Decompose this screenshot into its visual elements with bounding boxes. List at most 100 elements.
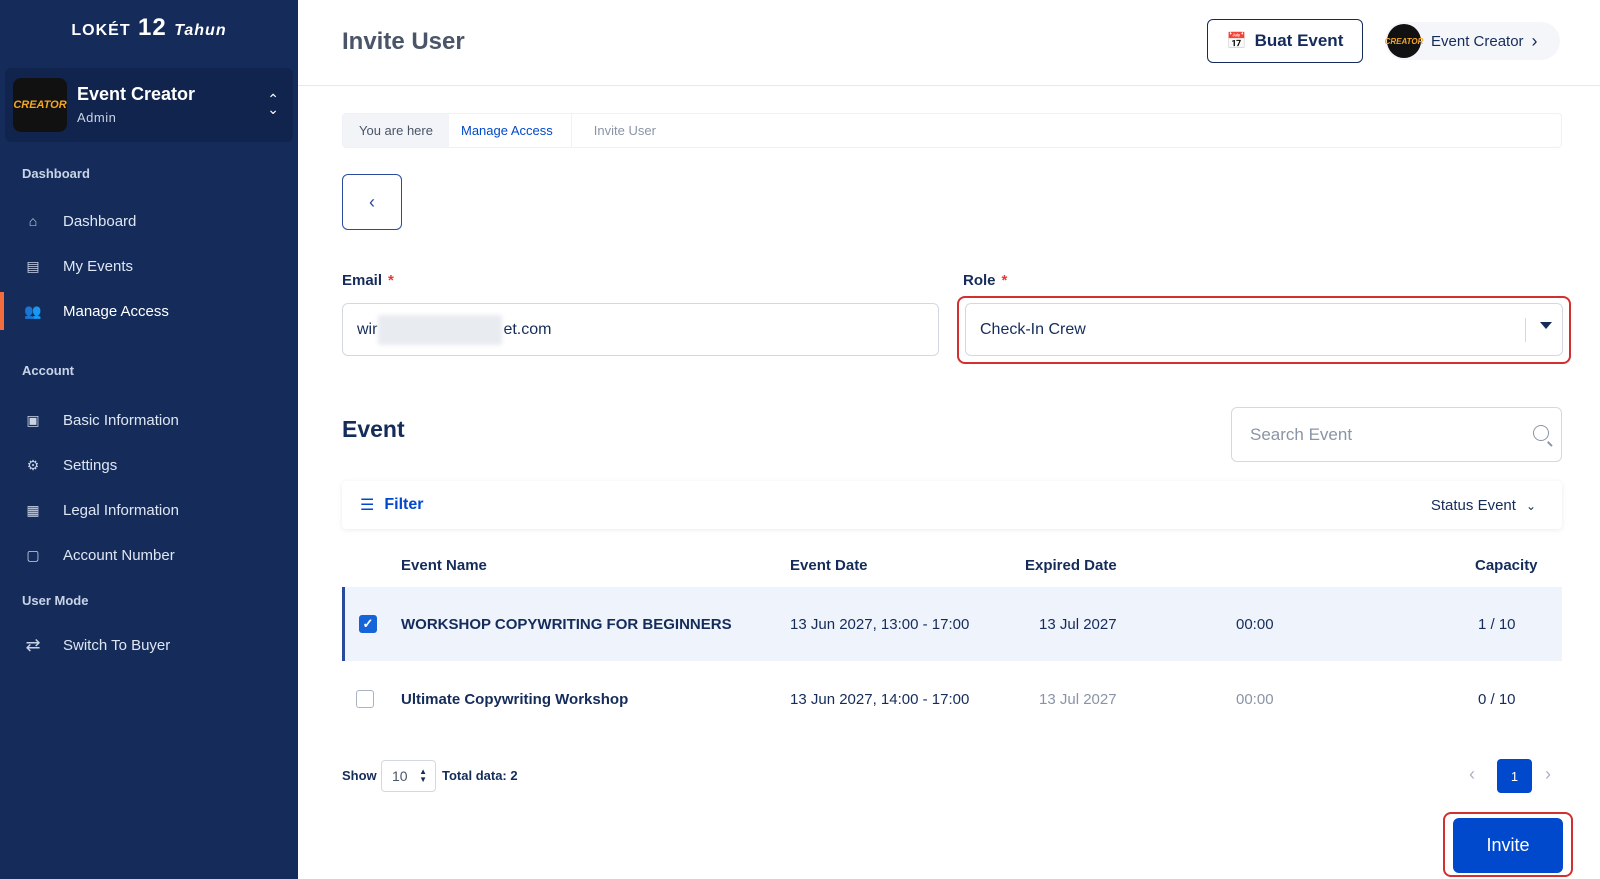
profile-role: Admin <box>77 110 117 125</box>
sidebar-item-label: Manage Access <box>63 302 169 320</box>
chevron-right-icon[interactable]: › <box>1545 764 1551 785</box>
total-data: Total data: 2 <box>442 768 518 783</box>
sidebar-item-label: Legal Information <box>63 501 179 519</box>
account-icon: ▢ <box>26 546 40 563</box>
sidebar-item-manage-access[interactable]: 👥 Manage Access <box>0 290 298 332</box>
event-date: 13 Jun 2027, 14:00 - 17:00 <box>790 690 970 708</box>
column-header-event-date: Event Date <box>790 557 868 574</box>
sidebar-item-dashboard[interactable]: ⌂ Dashboard <box>0 200 298 242</box>
sidebar-item-label: Account Number <box>63 546 175 564</box>
caret-down-icon <box>1540 322 1552 329</box>
avatar: CREATOR <box>1385 24 1423 58</box>
logo-brand: LOKÉT <box>71 22 131 39</box>
sidebar-item-label: Switch To Buyer <box>63 636 171 654</box>
chevron-up-down-icon: ⌃ ⌄ <box>267 91 279 117</box>
required-mark: * <box>1001 272 1008 289</box>
breadcrumb-current: Invite User <box>593 123 656 138</box>
page-title: Invite User <box>342 28 465 55</box>
redacted-blur <box>378 314 503 345</box>
status-event-dropdown[interactable]: Status Event ⌄ <box>1431 497 1536 514</box>
logo-number: 12 <box>138 14 167 41</box>
table-row[interactable]: ✓ WORKSHOP COPYWRITING FOR BEGINNERS 13 … <box>342 587 1562 661</box>
section-user-mode: User Mode <box>22 593 89 608</box>
select-divider <box>1525 318 1526 342</box>
role-value: Check-In Crew <box>980 320 1086 338</box>
search-input[interactable]: Search Event <box>1231 407 1562 462</box>
invite-button[interactable]: Invite <box>1453 818 1563 873</box>
search-icon <box>1533 425 1549 441</box>
page-size-select[interactable]: 10 ▲ ▼ <box>381 760 436 792</box>
gear-icon: ⚙ <box>26 456 40 473</box>
buat-event-button[interactable]: 📅 Buat Event <box>1207 19 1363 63</box>
sidebar-item-label: Basic Information <box>63 411 179 429</box>
page-number-button[interactable]: 1 <box>1497 759 1532 793</box>
column-header-capacity: Capacity <box>1475 557 1538 574</box>
top-header: Invite User 📅 Buat Event CREATOR Event C… <box>298 0 1600 86</box>
sidebar: LOKÉT 12 Tahun CREATOR Event Creator Adm… <box>0 0 298 879</box>
filter-button[interactable]: Filter <box>384 496 423 514</box>
chevron-left-icon[interactable]: ‹ <box>1469 764 1475 785</box>
email-label: Email * <box>342 272 394 289</box>
table-row[interactable]: Ultimate Copywriting Workshop 13 Jun 202… <box>342 662 1562 736</box>
role-highlight: Check-In Crew <box>957 296 1571 364</box>
chevron-right-icon: › <box>1531 30 1538 51</box>
filter-sliders-icon[interactable]: ☰ <box>360 495 374 515</box>
column-header-event-name: Event Name <box>401 557 487 574</box>
id-card-icon: ▣ <box>26 411 40 428</box>
sidebar-item-legal-information[interactable]: ▦ Legal Information <box>0 489 298 531</box>
sidebar-item-account-number[interactable]: ▢ Account Number <box>0 534 298 576</box>
row-checkbox[interactable]: ✓ <box>359 615 377 633</box>
expired-date: 13 Jul 2027 <box>1039 690 1117 708</box>
back-button[interactable]: ‹ <box>342 174 402 230</box>
switch-icon: ⇄ <box>25 634 41 655</box>
briefcase-icon: ▦ <box>26 501 40 518</box>
document-icon: ▤ <box>26 257 40 274</box>
invite-highlight: Invite <box>1443 812 1573 877</box>
capacity: 0 / 10 <box>1478 690 1516 708</box>
status-event-label: Status Event <box>1430 496 1516 514</box>
sidebar-item-basic-information[interactable]: ▣ Basic Information <box>0 399 298 441</box>
expired-date: 13 Jul 2027 <box>1039 615 1117 633</box>
email-prefix: wir <box>357 320 378 338</box>
buat-event-label: Buat Event <box>1254 31 1344 50</box>
profile-name: Event Creator <box>77 84 196 104</box>
section-account: Account <box>22 363 74 378</box>
avatar: CREATOR <box>13 78 67 132</box>
up-down-icon: ▲ ▼ <box>419 767 427 784</box>
logo-tahun: Tahun <box>174 22 227 39</box>
breadcrumb-manage-access[interactable]: Manage Access <box>449 114 572 147</box>
sidebar-item-settings[interactable]: ⚙ Settings <box>0 444 298 486</box>
loket-logo[interactable]: LOKÉT 12 Tahun <box>0 14 298 42</box>
email-field[interactable]: wir et.com <box>342 303 939 356</box>
event-date: 13 Jun 2027, 13:00 - 17:00 <box>790 615 970 633</box>
expired-time: 00:00 <box>1236 615 1274 633</box>
filter-bar: ☰ Filter Status Event ⌄ <box>342 481 1562 529</box>
breadcrumb-here: You are here <box>343 114 449 147</box>
user-name: Event Creator <box>1431 32 1524 50</box>
email-suffix: et.com <box>503 320 552 338</box>
home-icon: ⌂ <box>28 213 38 229</box>
row-checkbox[interactable] <box>356 690 374 708</box>
sidebar-item-my-events[interactable]: ▤ My Events <box>0 245 298 287</box>
sidebar-item-label: My Events <box>63 257 134 275</box>
role-label-text: Role <box>963 272 996 289</box>
page-size-value: 10 <box>392 768 408 784</box>
column-header-expired-date: Expired Date <box>1025 557 1117 574</box>
required-mark: * <box>388 272 394 289</box>
event-name: Ultimate Copywriting Workshop <box>401 690 629 708</box>
event-name: WORKSHOP COPYWRITING FOR BEGINNERS <box>401 615 732 633</box>
chevron-down-icon: ⌄ <box>1525 498 1536 513</box>
sidebar-item-switch-to-buyer[interactable]: ⇄ Switch To Buyer <box>0 624 298 666</box>
account-switcher[interactable]: CREATOR Event Creator Admin ⌃ ⌄ <box>5 68 293 142</box>
sidebar-item-label: Dashboard <box>63 212 137 230</box>
user-menu[interactable]: CREATOR Event Creator › <box>1385 22 1560 60</box>
show-label: Show <box>342 768 377 783</box>
expired-time: 00:00 <box>1236 690 1274 708</box>
breadcrumb: You are here Manage Access Invite User <box>342 113 1562 148</box>
role-select[interactable]: Check-In Crew <box>965 303 1563 356</box>
event-heading: Event <box>342 416 405 442</box>
email-label-text: Email <box>342 272 383 289</box>
calendar-add-icon: 📅 <box>1226 33 1247 50</box>
chevron-left-icon: ‹ <box>369 191 375 212</box>
sidebar-item-label: Settings <box>63 456 118 474</box>
